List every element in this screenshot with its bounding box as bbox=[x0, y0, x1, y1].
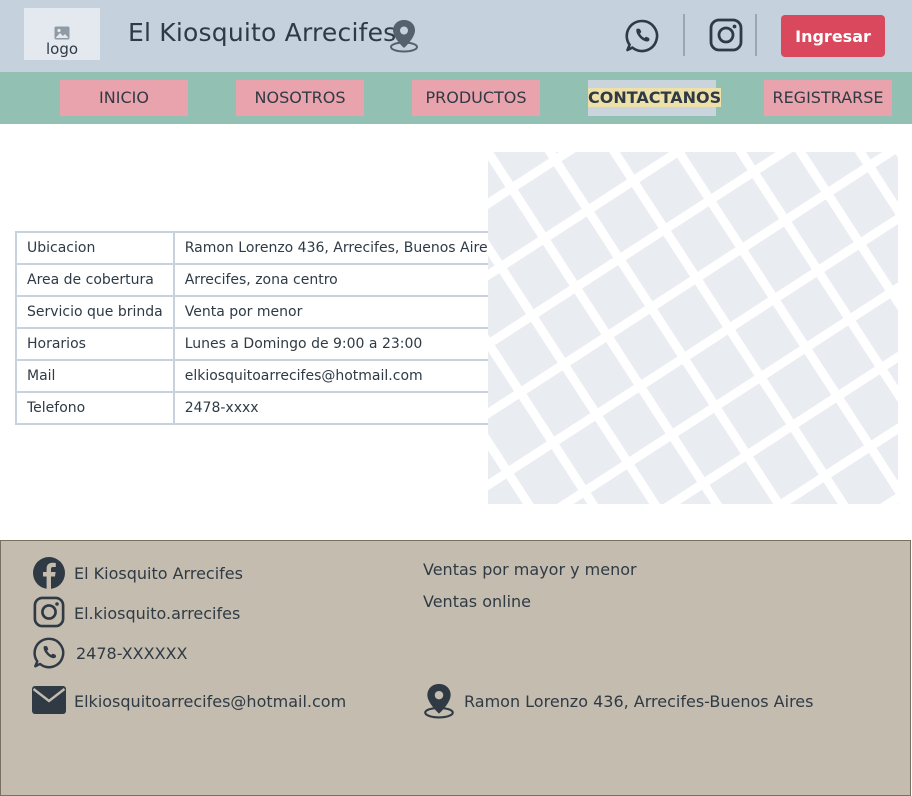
row-value: Ramon Lorenzo 436, Arrecifes, Buenos Air… bbox=[172, 231, 507, 265]
site-header: logo El Kiosquito Arrecifes Ingresar bbox=[0, 0, 912, 72]
site-footer: El Kiosquito Arrecifes El.kiosquito.arre… bbox=[0, 540, 911, 796]
location-pin-icon bbox=[424, 684, 454, 719]
footer-phone[interactable]: 2478-XXXXXX bbox=[76, 644, 187, 663]
site-title: El Kiosquito Arrecifes bbox=[128, 18, 397, 47]
table-row: Telefono 2478-xxxx bbox=[15, 391, 507, 425]
table-row: Horarios Lunes a Domingo de 9:00 a 23:00 bbox=[15, 327, 507, 361]
footer-sales-wholesale: Ventas por mayor y menor bbox=[423, 560, 637, 579]
logo-label: logo bbox=[45, 40, 79, 58]
footer-sales-online: Ventas online bbox=[423, 592, 531, 611]
nav-item-inicio[interactable]: INICIO bbox=[60, 80, 188, 116]
footer-email[interactable]: Elkiosquitoarrecifes@hotmail.com bbox=[74, 692, 346, 711]
row-value: 2478-xxxx bbox=[172, 391, 507, 425]
divider bbox=[683, 14, 685, 56]
nav-item-nosotros[interactable]: NOSOTROS bbox=[236, 80, 364, 116]
map[interactable] bbox=[488, 152, 898, 504]
footer-facebook[interactable]: El Kiosquito Arrecifes bbox=[74, 564, 243, 583]
row-label: Telefono bbox=[15, 391, 175, 425]
row-label: Mail bbox=[15, 359, 175, 393]
instagram-icon[interactable] bbox=[709, 18, 743, 52]
login-button[interactable]: Ingresar bbox=[781, 15, 885, 57]
footer-instagram[interactable]: El.kiosquito.arrecifes bbox=[74, 604, 240, 623]
contact-info-table: Ubicacion Ramon Lorenzo 436, Arrecifes, … bbox=[15, 231, 507, 425]
row-label: Ubicacion bbox=[15, 231, 175, 265]
row-value: Arrecifes, zona centro bbox=[172, 263, 507, 297]
row-value: Lunes a Domingo de 9:00 a 23:00 bbox=[172, 327, 507, 361]
nav-item-contactanos[interactable]: CONTACTANOS bbox=[588, 80, 722, 116]
whatsapp-icon[interactable] bbox=[32, 636, 66, 670]
location-pin-icon bbox=[390, 20, 418, 53]
main-nav: INICIO NOSOTROS PRODUCTOS CONTACTANOS RE… bbox=[0, 72, 912, 124]
nav-item-label: CONTACTANOS bbox=[588, 88, 722, 107]
table-row: Ubicacion Ramon Lorenzo 436, Arrecifes, … bbox=[15, 231, 507, 265]
table-row: Mail elkiosquitoarrecifes@hotmail.com bbox=[15, 359, 507, 393]
instagram-icon[interactable] bbox=[33, 596, 65, 628]
divider bbox=[755, 14, 757, 56]
row-label: Horarios bbox=[15, 327, 175, 361]
row-value: Venta por menor bbox=[172, 295, 507, 329]
logo[interactable]: logo bbox=[24, 8, 100, 60]
row-value[interactable]: elkiosquitoarrecifes@hotmail.com bbox=[172, 359, 507, 393]
facebook-icon[interactable] bbox=[32, 556, 66, 590]
image-icon bbox=[54, 26, 70, 40]
table-row: Area de cobertura Arrecifes, zona centro bbox=[15, 263, 507, 297]
table-row: Servicio que brinda Venta por menor bbox=[15, 295, 507, 329]
whatsapp-icon[interactable] bbox=[624, 18, 660, 54]
nav-item-registrarse[interactable]: REGISTRARSE bbox=[764, 80, 892, 116]
row-label: Servicio que brinda bbox=[15, 295, 175, 329]
footer-address: Ramon Lorenzo 436, Arrecifes-Buenos Aire… bbox=[464, 692, 814, 711]
email-icon[interactable] bbox=[32, 686, 66, 714]
nav-item-productos[interactable]: PRODUCTOS bbox=[412, 80, 540, 116]
row-label: Area de cobertura bbox=[15, 263, 175, 297]
map-streets bbox=[488, 152, 898, 504]
